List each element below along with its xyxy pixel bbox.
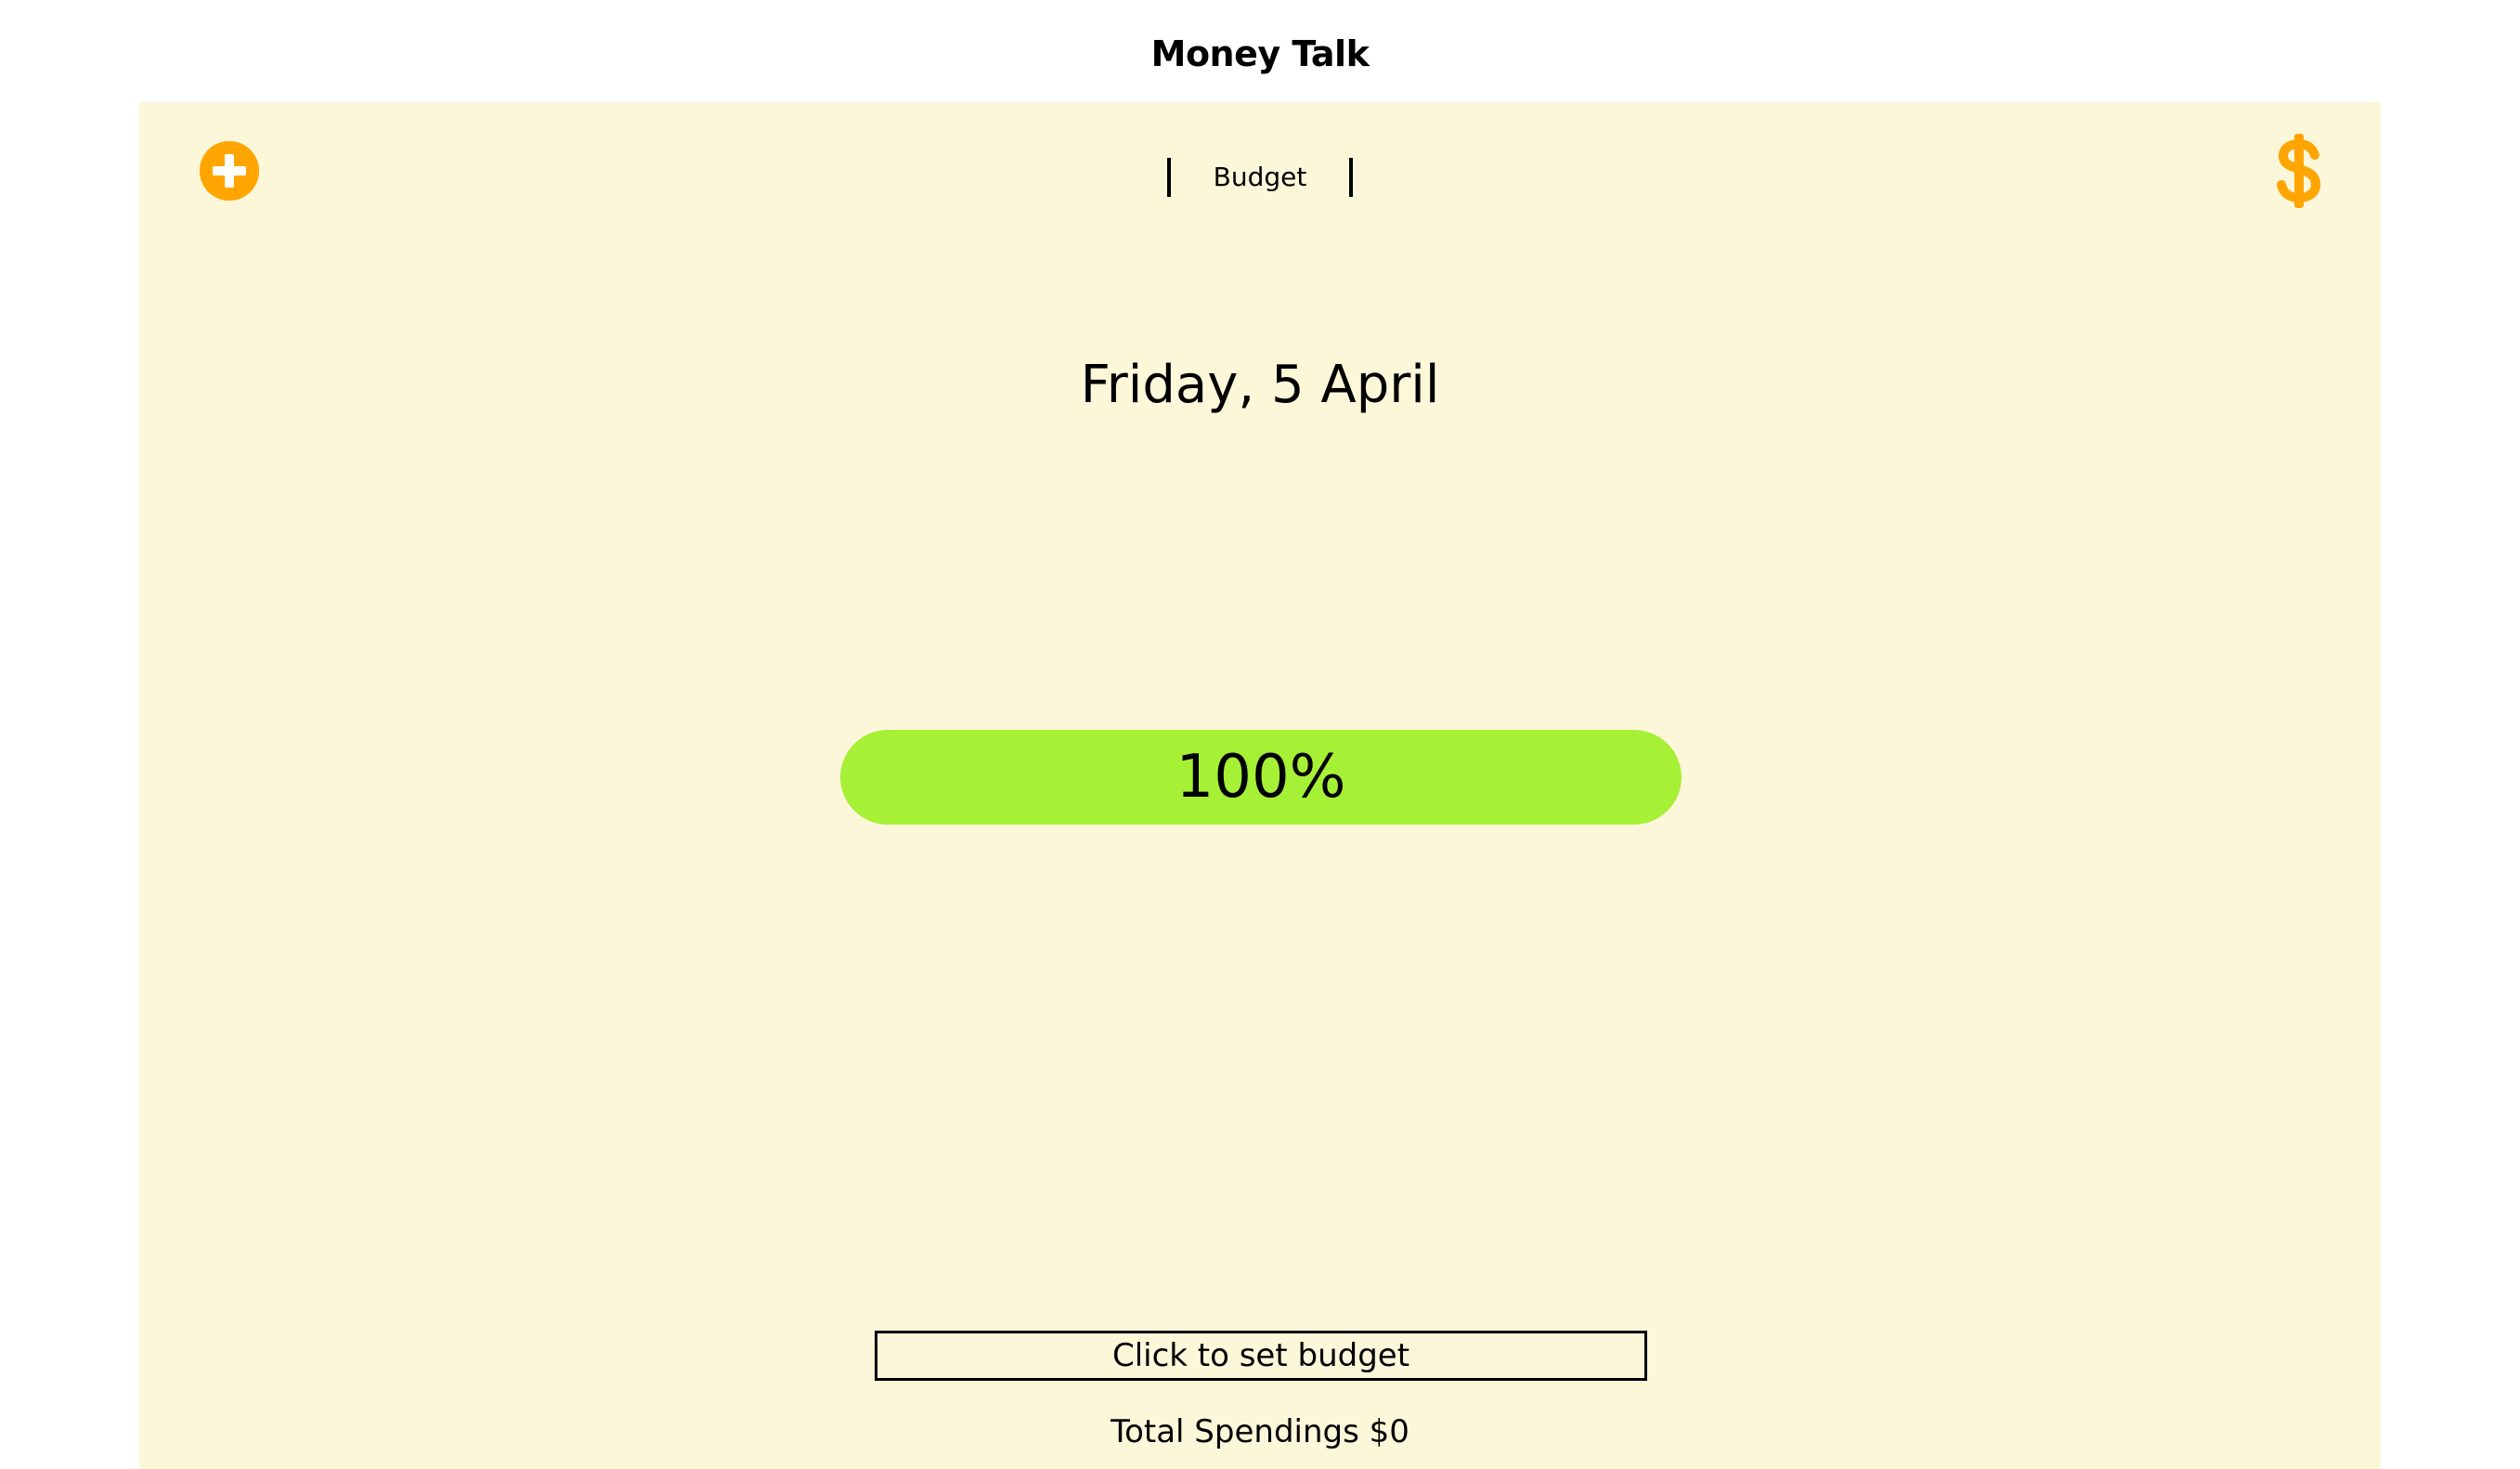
page: Money Talk Budget Friday, 5 April 100% C… [0,0,2520,1469]
add-expense-button[interactable] [200,141,259,201]
main-nav: Budget [1167,158,1353,197]
budget-progress-label: 100% [1176,743,1346,812]
nav-link-budget[interactable]: Budget [1214,158,1307,197]
budget-progress-bar: 100% [840,730,1682,825]
budget-panel: Budget Friday, 5 April 100% Click to set… [139,102,2381,1469]
dollar-sign-icon [2277,134,2321,208]
dollar-button[interactable] [2271,132,2327,210]
app-title: Money Talk [1150,33,1370,74]
plus-circle-icon [200,141,259,201]
set-budget-button[interactable]: Click to set budget [875,1331,1647,1381]
total-spendings: Total Spendings $0 [1111,1413,1409,1450]
date-heading: Friday, 5 April [1080,354,1440,415]
